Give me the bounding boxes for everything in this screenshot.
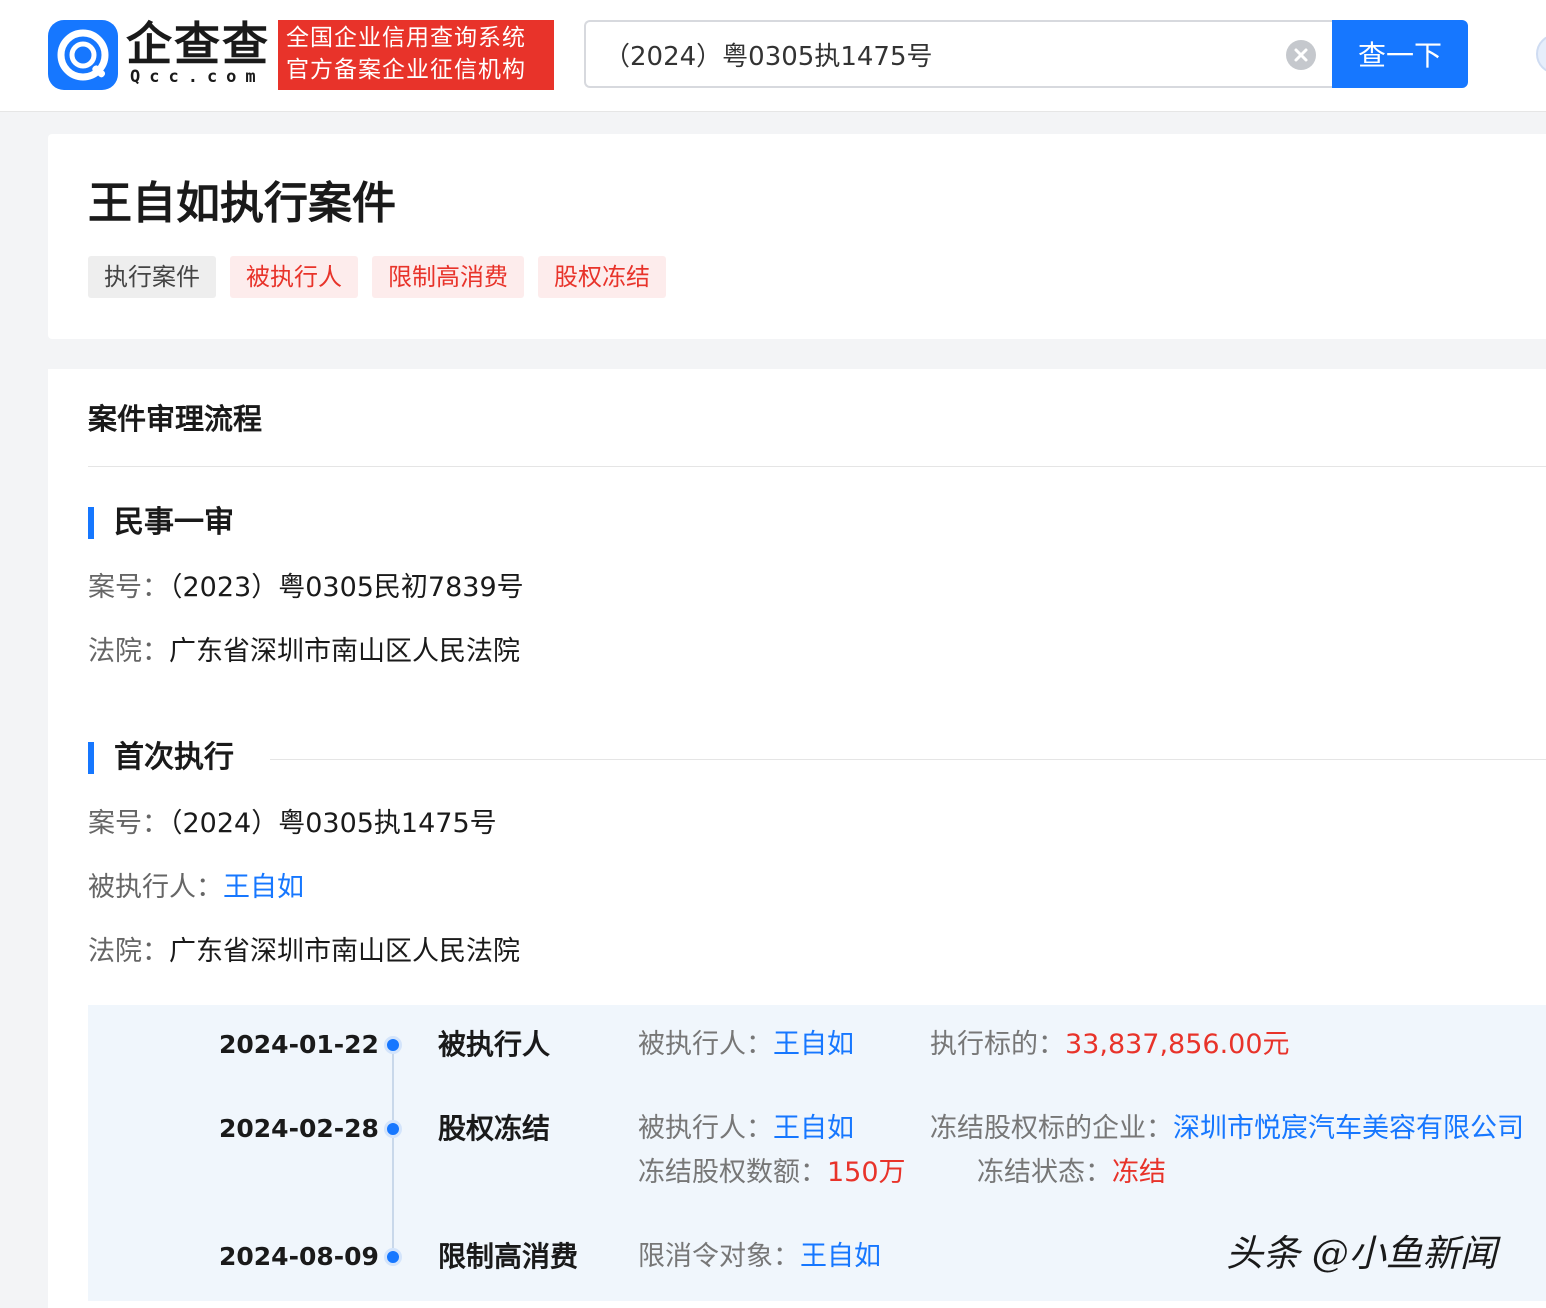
status-label: 冻结状态： bbox=[977, 1157, 1112, 1188]
tag-executee[interactable]: 被执行人 bbox=[230, 256, 358, 298]
amount-value: 33,837,856.00元 bbox=[1065, 1029, 1290, 1060]
case-tags: 执行案件 被执行人 限制高消费 股权冻结 bbox=[88, 256, 666, 298]
stage-first-execution: 首次执行 bbox=[88, 741, 234, 775]
executee-link[interactable]: 王自如 bbox=[773, 1029, 854, 1060]
court-label: 法院： bbox=[88, 636, 169, 667]
timeline-executee: 被执行人：王自如 bbox=[638, 1112, 854, 1146]
status-value: 冻结 bbox=[1112, 1157, 1166, 1188]
logo-domain: Qcc.com bbox=[130, 67, 265, 87]
case-no-label: 案号： bbox=[88, 808, 169, 839]
timeline-date: 2024-08-09 bbox=[219, 1242, 379, 1271]
stage-first-instance: 民事一审 bbox=[88, 506, 234, 540]
first-execution-court: 法院：广东省深圳市南山区人民法院 bbox=[88, 935, 520, 969]
stage-marker bbox=[88, 742, 94, 774]
court-label: 法院： bbox=[88, 936, 169, 967]
executee-label: 被执行人： bbox=[638, 1029, 773, 1060]
tag-execution-case[interactable]: 执行案件 bbox=[88, 256, 216, 298]
share-value: 150万 bbox=[827, 1157, 906, 1188]
timeline-freeze-status: 冻结状态：冻结 bbox=[977, 1156, 1166, 1190]
divider bbox=[88, 466, 1546, 467]
timeline-line bbox=[392, 1045, 394, 1255]
executee-link[interactable]: 王自如 bbox=[773, 1113, 854, 1144]
case-process-card: 案件审理流程 民事一审 案号：（2023）粤0305民初7839号 法院：广东省… bbox=[48, 369, 1546, 1308]
case-title-card: 王自如执行案件 执行案件 被执行人 限制高消费 股权冻结 bbox=[48, 134, 1546, 339]
court-value: 广东省深圳市南山区人民法院 bbox=[169, 636, 520, 667]
certification-badge: 全国企业信用查询系统 官方备案企业征信机构 bbox=[278, 20, 554, 90]
timeline-date: 2024-01-22 bbox=[219, 1030, 379, 1059]
cert-line-1: 全国企业信用查询系统 bbox=[286, 25, 526, 51]
executee-link[interactable]: 王自如 bbox=[223, 872, 304, 903]
stage-divider bbox=[270, 759, 1546, 760]
stage-name: 民事一审 bbox=[114, 505, 234, 540]
executee-label: 被执行人： bbox=[638, 1113, 773, 1144]
logo-text[interactable]: 企查查 bbox=[126, 18, 270, 70]
timeline-type: 股权冻结 bbox=[438, 1112, 551, 1145]
share-label: 冻结股权数额： bbox=[638, 1157, 827, 1188]
timeline-dot bbox=[384, 1248, 402, 1266]
first-instance-court: 法院：广东省深圳市南山区人民法院 bbox=[88, 635, 520, 669]
timeline-amount: 执行标的：33,837,856.00元 bbox=[930, 1028, 1290, 1062]
stage-name: 首次执行 bbox=[114, 740, 234, 775]
page-title: 王自如执行案件 bbox=[88, 178, 396, 229]
search-input[interactable] bbox=[604, 22, 1264, 86]
timeline-executee: 被执行人：王自如 bbox=[638, 1028, 854, 1062]
first-instance-case-no: 案号：（2023）粤0305民初7839号 bbox=[88, 571, 524, 605]
timeline-type: 限制高消费 bbox=[438, 1240, 579, 1273]
cert-line-2: 官方备案企业征信机构 bbox=[286, 57, 526, 83]
tag-consumption-restriction[interactable]: 限制高消费 bbox=[372, 256, 524, 298]
search-button[interactable]: 查一下 bbox=[1332, 20, 1468, 88]
case-no-value[interactable]: （2024）粤0305执1475号 bbox=[169, 808, 497, 839]
timeline-type: 被执行人 bbox=[438, 1028, 551, 1061]
stage-marker bbox=[88, 507, 94, 539]
timeline-dot bbox=[384, 1036, 402, 1054]
tag-equity-freeze[interactable]: 股权冻结 bbox=[538, 256, 666, 298]
company-link[interactable]: 深圳市悦宸汽车美容有限公司 bbox=[1173, 1113, 1524, 1144]
target-label: 限消令对象： bbox=[638, 1241, 800, 1272]
court-value: 广东省深圳市南山区人民法院 bbox=[169, 936, 520, 967]
company-label: 冻结股权标的企业： bbox=[930, 1113, 1173, 1144]
timeline-dot bbox=[384, 1120, 402, 1138]
qcc-logo-icon[interactable] bbox=[48, 20, 118, 90]
timeline-date: 2024-02-28 bbox=[219, 1114, 379, 1143]
target-link[interactable]: 王自如 bbox=[800, 1241, 881, 1272]
avatar[interactable] bbox=[1536, 34, 1546, 74]
executee-label: 被执行人： bbox=[88, 872, 223, 903]
first-execution-case-no: 案号：（2024）粤0305执1475号 bbox=[88, 807, 497, 841]
timeline-frozen-company: 冻结股权标的企业：深圳市悦宸汽车美容有限公司 bbox=[930, 1112, 1524, 1146]
top-header: 企查查 Qcc.com 全国企业信用查询系统 官方备案企业征信机构 查一下 bbox=[0, 0, 1546, 112]
case-no-value[interactable]: （2023）粤0305民初7839号 bbox=[169, 572, 524, 603]
clear-icon[interactable] bbox=[1286, 40, 1316, 70]
source-watermark: 头条 @小鱼新闻 bbox=[1226, 1232, 1497, 1275]
section-title: 案件审理流程 bbox=[88, 402, 263, 436]
timeline-frozen-share: 冻结股权数额：150万 bbox=[638, 1156, 906, 1190]
amount-label: 执行标的： bbox=[930, 1029, 1065, 1060]
search-box bbox=[584, 20, 1334, 88]
timeline-restriction-target: 限消令对象：王自如 bbox=[638, 1240, 881, 1274]
first-execution-executee: 被执行人：王自如 bbox=[88, 871, 304, 905]
case-no-label: 案号： bbox=[88, 572, 169, 603]
